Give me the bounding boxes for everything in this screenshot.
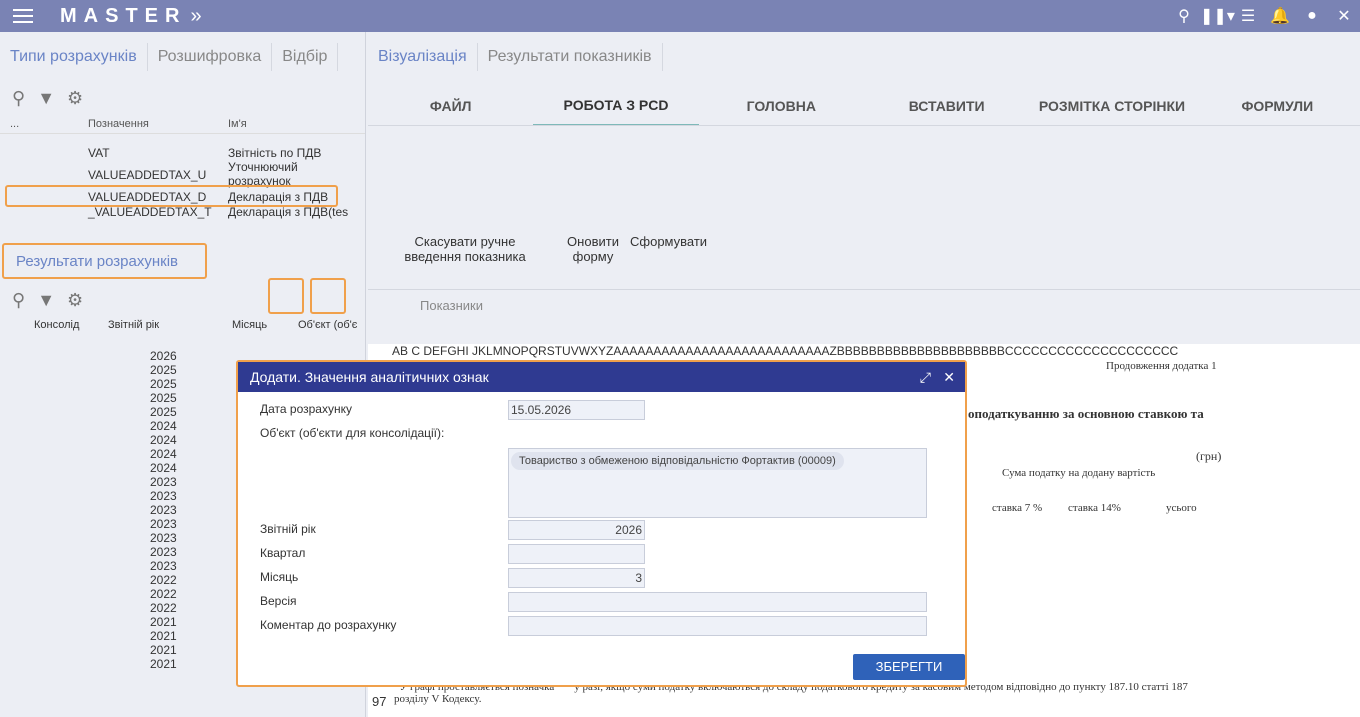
results-row-year[interactable]: 2024 bbox=[150, 433, 177, 447]
cont-label: Продовження додатка 1 bbox=[1106, 360, 1217, 372]
generate-button[interactable]: Сформувати bbox=[630, 234, 707, 249]
row-code[interactable]: VALUEADDEDTAX_U bbox=[88, 168, 206, 182]
quarter-label: Квартал bbox=[260, 546, 306, 560]
month-field[interactable]: 3 bbox=[508, 568, 645, 588]
group-label: Показники bbox=[420, 298, 483, 313]
maximize-icon[interactable]: ⤢ bbox=[920, 362, 931, 392]
save-button[interactable]: ЗБЕРЕГТИ bbox=[853, 654, 965, 680]
sheet-heading: оподаткуванню за основною ставкою та bbox=[968, 406, 1204, 421]
results-row-year[interactable]: 2025 bbox=[150, 363, 177, 377]
search-icon[interactable]: ⚲ bbox=[12, 88, 25, 109]
col-code[interactable]: Позначення bbox=[88, 118, 228, 130]
pause-icon[interactable]: ❚❚▾ bbox=[1200, 6, 1235, 26]
results-title: Результати розрахунків bbox=[16, 253, 178, 270]
refresh-button[interactable]: Оновити форму bbox=[558, 234, 628, 264]
year-field[interactable]: 2026 bbox=[508, 520, 645, 540]
close-icon[interactable]: ✕ bbox=[1328, 6, 1360, 26]
results-row-year[interactable]: 2026 bbox=[150, 349, 177, 363]
object-label: Об'єкт (об'єкти для консолідації): bbox=[260, 426, 445, 440]
quarter-field[interactable] bbox=[508, 544, 645, 564]
row-number: 97 bbox=[372, 694, 387, 709]
results-row-year[interactable]: 2022 bbox=[150, 587, 177, 601]
col-object[interactable]: Об'єкт (об'є bbox=[298, 319, 357, 331]
play-icon[interactable] bbox=[310, 278, 346, 314]
results-row-year[interactable]: 2024 bbox=[150, 447, 177, 461]
comment-field[interactable] bbox=[508, 616, 927, 636]
rate7-header: ставка 7 % bbox=[992, 502, 1043, 514]
cancel-manual-button[interactable]: Скасувати ручне введення показника bbox=[390, 234, 540, 264]
tab-home[interactable]: ГОЛОВНА bbox=[699, 87, 864, 125]
date-label: Дата розрахунку bbox=[260, 402, 352, 416]
top-bar: MASTER » ⚲ ❚❚▾ ☰ 🔔 ● ✕ bbox=[0, 0, 1360, 32]
gear-icon[interactable]: ⚙ bbox=[67, 290, 83, 311]
add-values-dialog: Додати. Значення аналітичних ознак ⤢ ✕ Д… bbox=[236, 360, 967, 687]
col-name[interactable]: Ім'я bbox=[228, 118, 247, 130]
results-row-year[interactable]: 2025 bbox=[150, 405, 177, 419]
row-name[interactable]: Звітність по ПДВ bbox=[228, 146, 321, 160]
row-code[interactable]: VAT bbox=[88, 146, 110, 160]
results-row-year[interactable]: 2021 bbox=[150, 657, 177, 671]
comment-label: Коментар до розрахунку bbox=[260, 618, 397, 632]
col-month[interactable]: Місяць bbox=[232, 319, 267, 331]
results-row-year[interactable]: 2023 bbox=[150, 531, 177, 545]
results-row-year[interactable]: 2021 bbox=[150, 629, 177, 643]
results-row-year[interactable]: 2023 bbox=[150, 545, 177, 559]
results-row-year[interactable]: 2021 bbox=[150, 615, 177, 629]
date-field[interactable]: 15.05.2026 bbox=[508, 400, 645, 420]
filter-icon[interactable]: ▼ bbox=[37, 290, 55, 311]
version-field[interactable] bbox=[508, 592, 927, 612]
sliders-icon[interactable]: ☰ bbox=[1232, 6, 1264, 26]
version-label: Версія bbox=[260, 594, 297, 608]
tab-insert[interactable]: ВСТАВИТИ bbox=[864, 87, 1029, 125]
row-code[interactable]: _VALUEADDEDTAX_T bbox=[88, 205, 212, 219]
results-row-year[interactable]: 2024 bbox=[150, 419, 177, 433]
results-row-year[interactable]: 2025 bbox=[150, 377, 177, 391]
tab-selection[interactable]: Відбір bbox=[272, 43, 339, 71]
results-row-year[interactable]: 2023 bbox=[150, 475, 177, 489]
results-row-year[interactable]: 2022 bbox=[150, 573, 177, 587]
tab-results[interactable]: Результати показників bbox=[478, 43, 663, 71]
search-icon[interactable]: ⚲ bbox=[1168, 6, 1200, 26]
col-consol[interactable]: Консолід bbox=[34, 319, 79, 331]
rate14-header: ставка 14% bbox=[1068, 502, 1121, 514]
results-row-year[interactable]: 2023 bbox=[150, 559, 177, 573]
tab-formulas[interactable]: ФОРМУЛИ bbox=[1195, 87, 1360, 125]
highlight-row bbox=[5, 185, 338, 207]
column-headers: AB C DEFGHI JKLMNOPQRSTUVWXYZAAAAAAAAAAA… bbox=[392, 344, 1179, 358]
results-row-year[interactable]: 2022 bbox=[150, 601, 177, 615]
expand-icon[interactable]: » bbox=[190, 5, 201, 28]
sum-header: Сума податку на додану вартість bbox=[1002, 467, 1156, 479]
tab-calc-types[interactable]: Типи розрахунків bbox=[0, 43, 148, 71]
results-row-year[interactable]: 2024 bbox=[150, 461, 177, 475]
user-icon[interactable]: ● bbox=[1296, 7, 1328, 25]
results-row-year[interactable]: 2023 bbox=[150, 517, 177, 531]
gear-icon[interactable]: ⚙ bbox=[67, 88, 83, 109]
results-row-year[interactable]: 2021 bbox=[150, 643, 177, 657]
col-year[interactable]: Звітній рік bbox=[108, 319, 159, 331]
search-icon[interactable]: ⚲ bbox=[12, 290, 25, 311]
results-row-year[interactable]: 2025 bbox=[150, 391, 177, 405]
tab-visual[interactable]: Візуалізація bbox=[368, 43, 478, 71]
tab-file[interactable]: ФАЙЛ bbox=[368, 87, 533, 125]
object-field[interactable]: Товариство з обмеженою відповідальністю … bbox=[508, 448, 927, 518]
object-chip[interactable]: Товариство з обмеженою відповідальністю … bbox=[511, 452, 844, 470]
tab-pcd[interactable]: РОБОТА З PCD bbox=[533, 86, 699, 127]
tab-layout[interactable]: РОЗМІТКА СТОРІНКИ bbox=[1029, 87, 1194, 125]
results-row-year[interactable]: 2023 bbox=[150, 503, 177, 517]
dialog-title: Додати. Значення аналітичних ознак bbox=[250, 369, 489, 385]
total-header: усього bbox=[1166, 502, 1197, 514]
close-icon[interactable]: ✕ bbox=[943, 362, 955, 392]
year-label: Звітній рік bbox=[260, 522, 316, 536]
bell-icon[interactable]: 🔔 bbox=[1264, 6, 1296, 26]
app-logo: MASTER bbox=[60, 4, 187, 27]
menu-icon[interactable] bbox=[13, 5, 33, 27]
col-more: ... bbox=[10, 117, 20, 130]
unit-label: (грн) bbox=[1196, 449, 1222, 463]
month-label: Місяць bbox=[260, 570, 299, 584]
results-row-year[interactable]: 2023 bbox=[150, 489, 177, 503]
filter-icon[interactable]: ▼ bbox=[37, 88, 55, 109]
tab-decode[interactable]: Розшифровка bbox=[148, 43, 273, 71]
row-name[interactable]: Декларація з ПДВ(test) bbox=[228, 205, 348, 219]
new-doc-icon[interactable] bbox=[268, 278, 304, 314]
